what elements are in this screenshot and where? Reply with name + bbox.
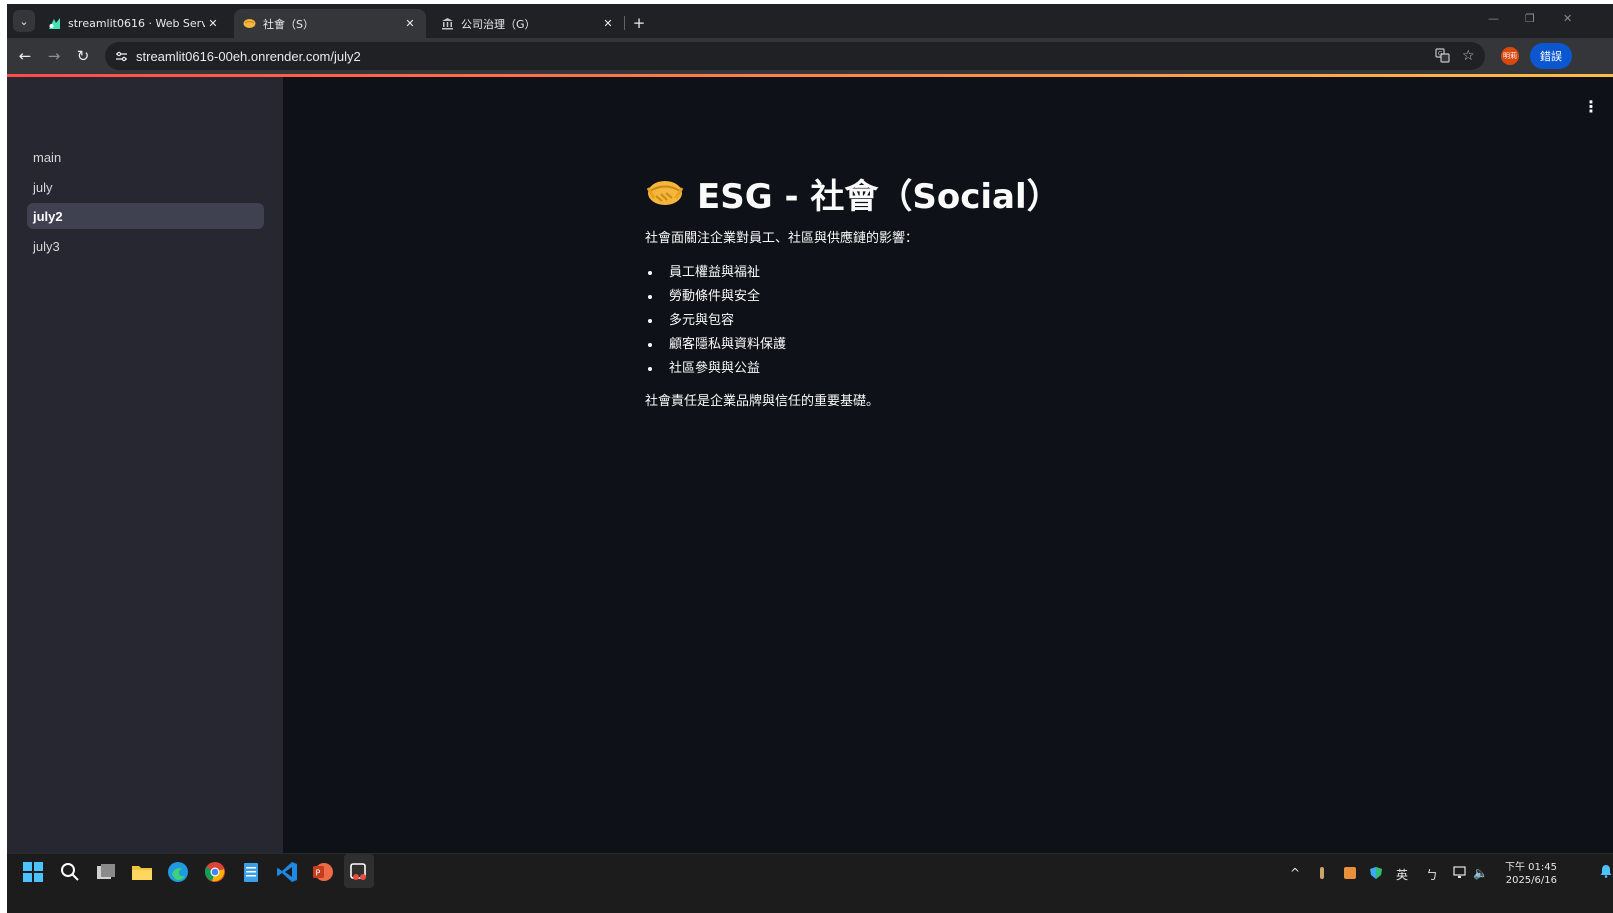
chrome-browser-icon[interactable]	[203, 860, 227, 884]
svg-text:G: G	[1438, 51, 1443, 58]
intro-paragraph: 社會面關注企業對員工、社區與供應鏈的影響：	[645, 231, 919, 246]
tab-close-icon[interactable]: ✕	[205, 17, 221, 30]
tab-title: 社會（S）	[263, 17, 314, 31]
url-text: streamlit0616-00eh.onrender.com/july2	[136, 49, 361, 64]
notification-bell-icon[interactable]	[1600, 864, 1612, 881]
handshake-icon	[645, 173, 685, 213]
search-icon[interactable]	[58, 860, 82, 884]
address-bar[interactable]: streamlit0616-00eh.onrender.com/july2 G …	[105, 42, 1485, 70]
list-item-text: 多元與包容	[669, 313, 735, 328]
snipping-tool-icon[interactable]	[347, 860, 371, 884]
ime-language-indicator[interactable]: 英	[1396, 866, 1408, 883]
page-content: ESG - 社會（Social） 社會面關注企業對員工、社區與供應鏈的影響： 員…	[645, 170, 1345, 413]
list-item-text: 員工權益與福祉	[669, 265, 761, 280]
screen-edge-left	[0, 0, 7, 913]
tab-title: 公司治理（G）	[461, 17, 536, 31]
taskbar: P ^ 英 ㄅ 🔈 下午 01:45 2025/6/16	[7, 853, 1613, 913]
main-area: ⋮ ESG - 社會（Social） 社會面關注企業對員工、社區與供應鏈的影響：…	[283, 77, 1613, 853]
handshake-favicon-icon	[242, 17, 256, 31]
reload-icon[interactable]: ↻	[73, 46, 93, 66]
tab-close-icon[interactable]: ✕	[402, 17, 418, 30]
browser-tab-bar: ⌄ streamlit0616 · Web Service ✕ 社會（S） ✕ …	[7, 4, 1613, 38]
tab-streamlit-web-service[interactable]: streamlit0616 · Web Service ✕	[39, 9, 229, 38]
browser-toolbar: ← → ↻ streamlit0616-00eh.onrender.com/ju…	[7, 38, 1613, 74]
system-clock[interactable]: 下午 01:45 2025/6/16	[1505, 861, 1557, 887]
task-view-icon[interactable]	[94, 860, 118, 884]
edge-browser-icon[interactable]	[166, 860, 190, 884]
tab-search-chevron-icon[interactable]: ⌄	[13, 10, 35, 32]
vscode-icon[interactable]	[275, 860, 299, 884]
bullet-icon	[648, 319, 652, 323]
list-item: 顧客隱私與資料保護	[645, 333, 1345, 357]
page-title: ESG - 社會（Social）	[645, 170, 1345, 217]
sidebar-item-july2[interactable]: july2	[27, 203, 264, 229]
outro-paragraph: 社會責任是企業品牌與信任的重要基礎。	[645, 394, 880, 409]
tab-title: streamlit0616 · Web Service	[68, 17, 205, 30]
volume-icon[interactable]: 🔈	[1473, 866, 1488, 880]
tray-app-icon[interactable]	[1317, 866, 1327, 883]
list-item-text: 勞動條件與安全	[669, 289, 761, 304]
list-item: 社區參與與公益	[645, 357, 1345, 381]
bullet-icon	[648, 295, 652, 299]
classical-building-icon	[440, 17, 454, 31]
bullet-icon	[648, 343, 652, 347]
notepad-icon[interactable]	[239, 860, 263, 884]
site-settings-icon[interactable]	[113, 48, 129, 64]
list-item: 多元與包容	[645, 309, 1345, 333]
tab-close-icon[interactable]: ✕	[600, 17, 616, 30]
error-button[interactable]: 錯誤	[1530, 43, 1572, 69]
file-explorer-icon[interactable]	[130, 860, 154, 884]
social-topics-list: 員工權益與福祉 勞動條件與安全 多元與包容 顧客隱私與資料保護 社區參與與公益	[645, 261, 1345, 381]
translate-icon[interactable]: G	[1435, 48, 1450, 67]
windows-start-icon[interactable]	[21, 860, 45, 884]
list-item-text: 社區參與與公益	[669, 361, 761, 376]
main-menu-kebab-icon[interactable]: ⋮	[1583, 97, 1599, 116]
tray-app-orange-icon[interactable]	[1343, 866, 1357, 883]
bullet-icon	[648, 367, 652, 371]
bookmark-star-icon[interactable]: ☆	[1462, 48, 1475, 64]
window-close-icon[interactable]: ✕	[1563, 12, 1572, 25]
security-shield-icon[interactable]	[1369, 866, 1383, 883]
profile-avatar[interactable]: 明莉	[1501, 47, 1519, 65]
bullet-icon	[648, 271, 652, 275]
clock-date: 2025/6/16	[1505, 875, 1557, 886]
page-title-text: ESG - 社會（Social）	[697, 176, 1061, 217]
tab-governance[interactable]: 公司治理（G） ✕	[432, 9, 624, 38]
tab-social[interactable]: 社會（S） ✕	[234, 9, 426, 38]
sidebar-item-main[interactable]: main	[27, 144, 264, 170]
screen: ⌄ streamlit0616 · Web Service ✕ 社會（S） ✕ …	[0, 0, 1613, 913]
powerpoint-icon[interactable]: P	[311, 860, 335, 884]
back-arrow-icon[interactable]: ←	[15, 46, 35, 66]
sidebar-item-july3[interactable]: july3	[27, 233, 264, 259]
clock-time: 下午 01:45	[1505, 862, 1557, 873]
ime-mode-icon[interactable]: ㄅ	[1426, 866, 1438, 883]
forward-arrow-icon[interactable]: →	[44, 46, 64, 66]
new-tab-plus-icon[interactable]: +	[629, 13, 649, 33]
list-item: 員工權益與福祉	[645, 261, 1345, 285]
list-item-text: 顧客隱私與資料保護	[669, 337, 787, 352]
network-icon[interactable]	[1453, 866, 1469, 883]
sidebar: main july july2 july3	[7, 77, 283, 853]
tray-overflow-chevron-icon[interactable]: ^	[1290, 866, 1300, 880]
render-favicon-icon	[47, 17, 61, 31]
restore-icon[interactable]: ❐	[1525, 12, 1535, 25]
tab-divider	[624, 16, 625, 30]
sidebar-item-july[interactable]: july	[27, 174, 264, 200]
svg-text:P: P	[316, 869, 321, 878]
list-item: 勞動條件與安全	[645, 285, 1345, 309]
minimize-icon[interactable]: —	[1488, 12, 1499, 25]
